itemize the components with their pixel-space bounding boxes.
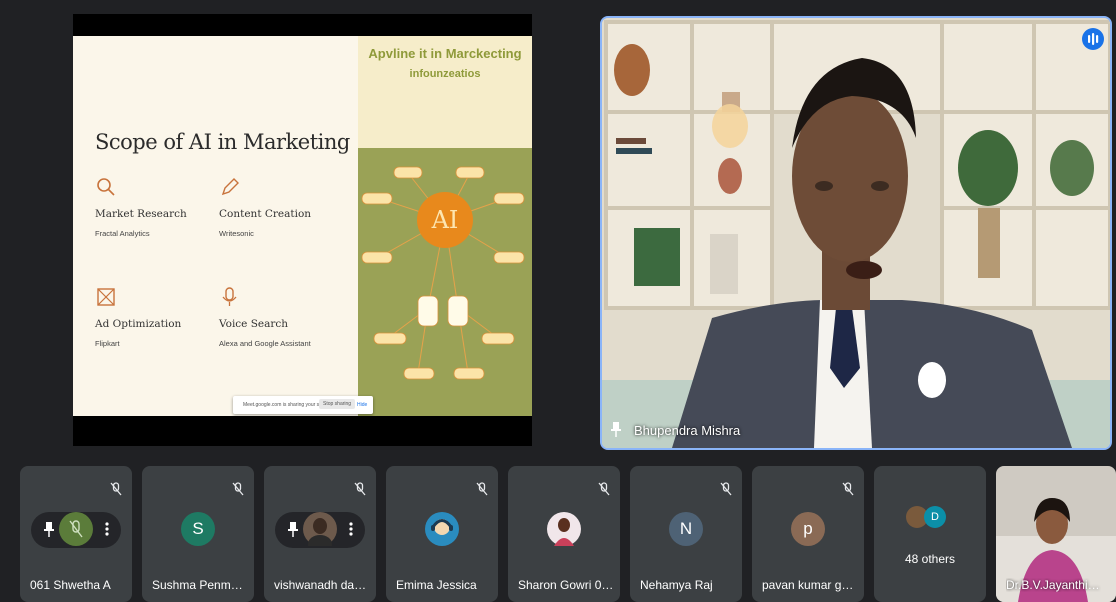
mic-off-icon xyxy=(476,482,488,501)
participant-name: Nehamya Raj xyxy=(640,578,713,592)
slide-left-panel: Scope of AI in Marketing Market Research… xyxy=(73,36,358,416)
avatar xyxy=(547,512,581,546)
mic-off-icon xyxy=(232,482,244,501)
avatar: N xyxy=(669,512,703,546)
speaker-name: Bhupendra Mishra xyxy=(634,423,741,438)
participant-name: pavan kumar go... xyxy=(762,578,858,592)
avatar: S xyxy=(181,512,215,546)
pin-icon[interactable] xyxy=(43,521,55,542)
item-subtitle: Writesonic xyxy=(219,229,254,238)
participant-tile[interactable]: 061 Shwetha A xyxy=(20,466,132,602)
more-options-icon[interactable] xyxy=(105,521,109,542)
pencil-icon xyxy=(219,176,339,202)
ai-mindmap: AI xyxy=(358,148,532,416)
participant-tile[interactable]: Emima Jessica xyxy=(386,466,498,602)
pin-icon[interactable] xyxy=(610,421,622,440)
participant-tile[interactable]: S Sushma Penmetsa xyxy=(142,466,254,602)
microphone-icon xyxy=(219,286,339,312)
avatar: p xyxy=(791,512,825,546)
item-subtitle: Flipkart xyxy=(95,339,120,348)
participant-name: Emima Jessica xyxy=(396,578,477,592)
item-title: Market Research xyxy=(95,208,187,220)
pin-icon[interactable] xyxy=(287,521,299,542)
right-subtitle: infounzeatios xyxy=(409,68,481,80)
mindmap-graphic xyxy=(361,166,525,380)
mic-off-icon xyxy=(354,482,366,501)
participant-name: Sharon Gowri 079 xyxy=(518,578,614,592)
speaker-video[interactable]: Bhupendra Mishra xyxy=(600,16,1112,450)
self-name: Dr.B.V.Jayanthi A... xyxy=(1006,578,1102,592)
ad-icon xyxy=(95,286,215,312)
item-title: Ad Optimization xyxy=(95,318,182,330)
screen-share: Scope of AI in Marketing Market Research… xyxy=(73,14,532,446)
participant-name: vishwanadh dasi... xyxy=(274,578,370,592)
item-voice-search: Voice Search Alexa and Google Assistant xyxy=(219,286,339,348)
others-tile[interactable]: D 48 others xyxy=(874,466,986,602)
participant-tile[interactable]: p pavan kumar go... xyxy=(752,466,864,602)
item-title: Voice Search xyxy=(219,318,289,330)
avatar xyxy=(303,512,337,553)
item-content-creation: Content Creation Writesonic xyxy=(219,176,339,238)
slide-right-panel: Apvline it in Marckecting infounzeatios xyxy=(358,36,532,416)
mic-off-icon xyxy=(720,482,732,501)
participant-name: Sushma Penmetsa xyxy=(152,578,248,592)
sharing-toast: Meet.google.com is sharing your screen. … xyxy=(233,396,373,414)
search-icon xyxy=(95,176,215,202)
more-options-icon[interactable] xyxy=(349,521,353,542)
tile-hover-controls xyxy=(275,512,365,553)
stop-sharing-button[interactable]: Stop sharing xyxy=(319,399,356,409)
participant-tile[interactable]: vishwanadh dasi... xyxy=(264,466,376,602)
avatar xyxy=(425,512,459,546)
mindmap-center-label: AI xyxy=(431,206,459,234)
speaker-video-frame xyxy=(602,18,1110,448)
self-view-tile[interactable]: Dr.B.V.Jayanthi A... xyxy=(996,466,1116,602)
item-title: Content Creation xyxy=(219,208,312,220)
right-title: Apvline it in Marckecting xyxy=(368,46,522,61)
others-avatar-initial: D xyxy=(924,506,946,528)
item-subtitle: Alexa and Google Assistant xyxy=(219,339,311,348)
hide-button[interactable]: Hide xyxy=(357,402,367,408)
mic-off-icon xyxy=(842,482,854,501)
mute-participant-button[interactable] xyxy=(59,512,93,546)
item-subtitle: Fractal Analytics xyxy=(95,229,150,238)
presentation-slide: Scope of AI in Marketing Market Research… xyxy=(73,36,532,416)
slide-title: Scope of AI in Marketing xyxy=(95,130,350,154)
mic-off-icon xyxy=(598,482,610,501)
tile-hover-controls xyxy=(31,512,121,548)
speaking-indicator-icon xyxy=(1082,28,1104,50)
item-market-research: Market Research Fractal Analytics xyxy=(95,176,215,238)
mic-off-icon xyxy=(110,482,122,501)
item-ad-optimization: Ad Optimization Flipkart xyxy=(95,286,215,348)
participant-tile[interactable]: Sharon Gowri 079 xyxy=(508,466,620,602)
participant-name: 061 Shwetha A xyxy=(30,578,111,592)
participant-tile[interactable]: N Nehamya Raj xyxy=(630,466,742,602)
others-count: 48 others xyxy=(904,552,956,566)
